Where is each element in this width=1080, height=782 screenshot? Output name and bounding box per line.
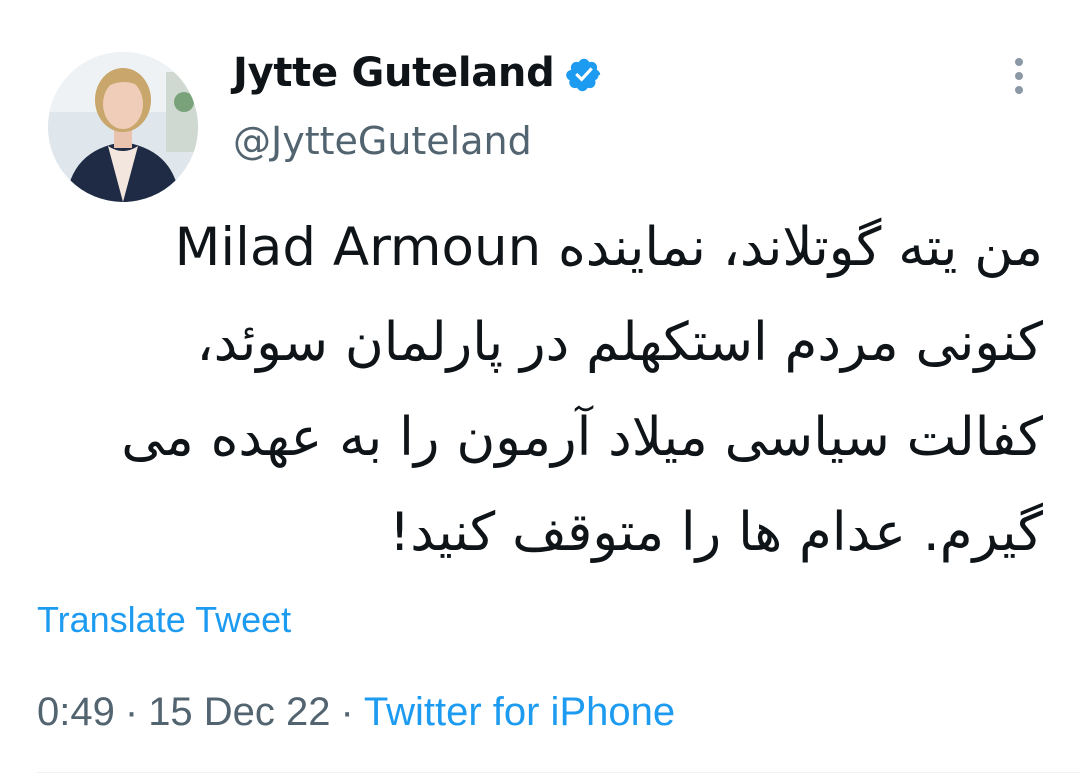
tweet-text-line: گیرم. عدام ها را متوقف کنید! bbox=[388, 502, 1043, 563]
author-handle[interactable]: @JytteGuteland bbox=[233, 119, 532, 163]
meta-separator: · bbox=[124, 690, 139, 734]
tweet: Jytte Guteland @JytteGuteland من یته گوت… bbox=[0, 0, 1080, 782]
tweet-time[interactable]: 0:49 bbox=[37, 690, 115, 734]
tweet-text-line: کفالت سیاسی میلاد آرمون را به عهده می bbox=[121, 407, 1043, 468]
avatar-image bbox=[48, 52, 198, 202]
more-vertical-icon[interactable] bbox=[1006, 56, 1032, 96]
author-name[interactable]: Jytte Guteland bbox=[233, 50, 555, 96]
meta-separator: · bbox=[340, 690, 354, 734]
tweet-text-line: کنونی مردم استکهلم در پارلمان سوئد، bbox=[196, 312, 1043, 373]
divider bbox=[37, 772, 1080, 773]
tweet-date[interactable]: 15 Dec 22 bbox=[148, 690, 330, 734]
tweet-text-line: من یته گوتلاند، نماینده Milad Armoun bbox=[174, 217, 1043, 278]
tweet-text: من یته گوتلاند، نماینده Milad Armoun کنو… bbox=[48, 200, 1043, 580]
tweet-metadata: 0:49 · 15 Dec 22 · Twitter for iPhone bbox=[37, 690, 675, 735]
translate-tweet-link[interactable]: Translate Tweet bbox=[37, 599, 291, 641]
tweet-source-link[interactable]: Twitter for iPhone bbox=[364, 690, 675, 734]
avatar[interactable] bbox=[48, 52, 198, 202]
verified-badge-icon bbox=[566, 58, 601, 92]
